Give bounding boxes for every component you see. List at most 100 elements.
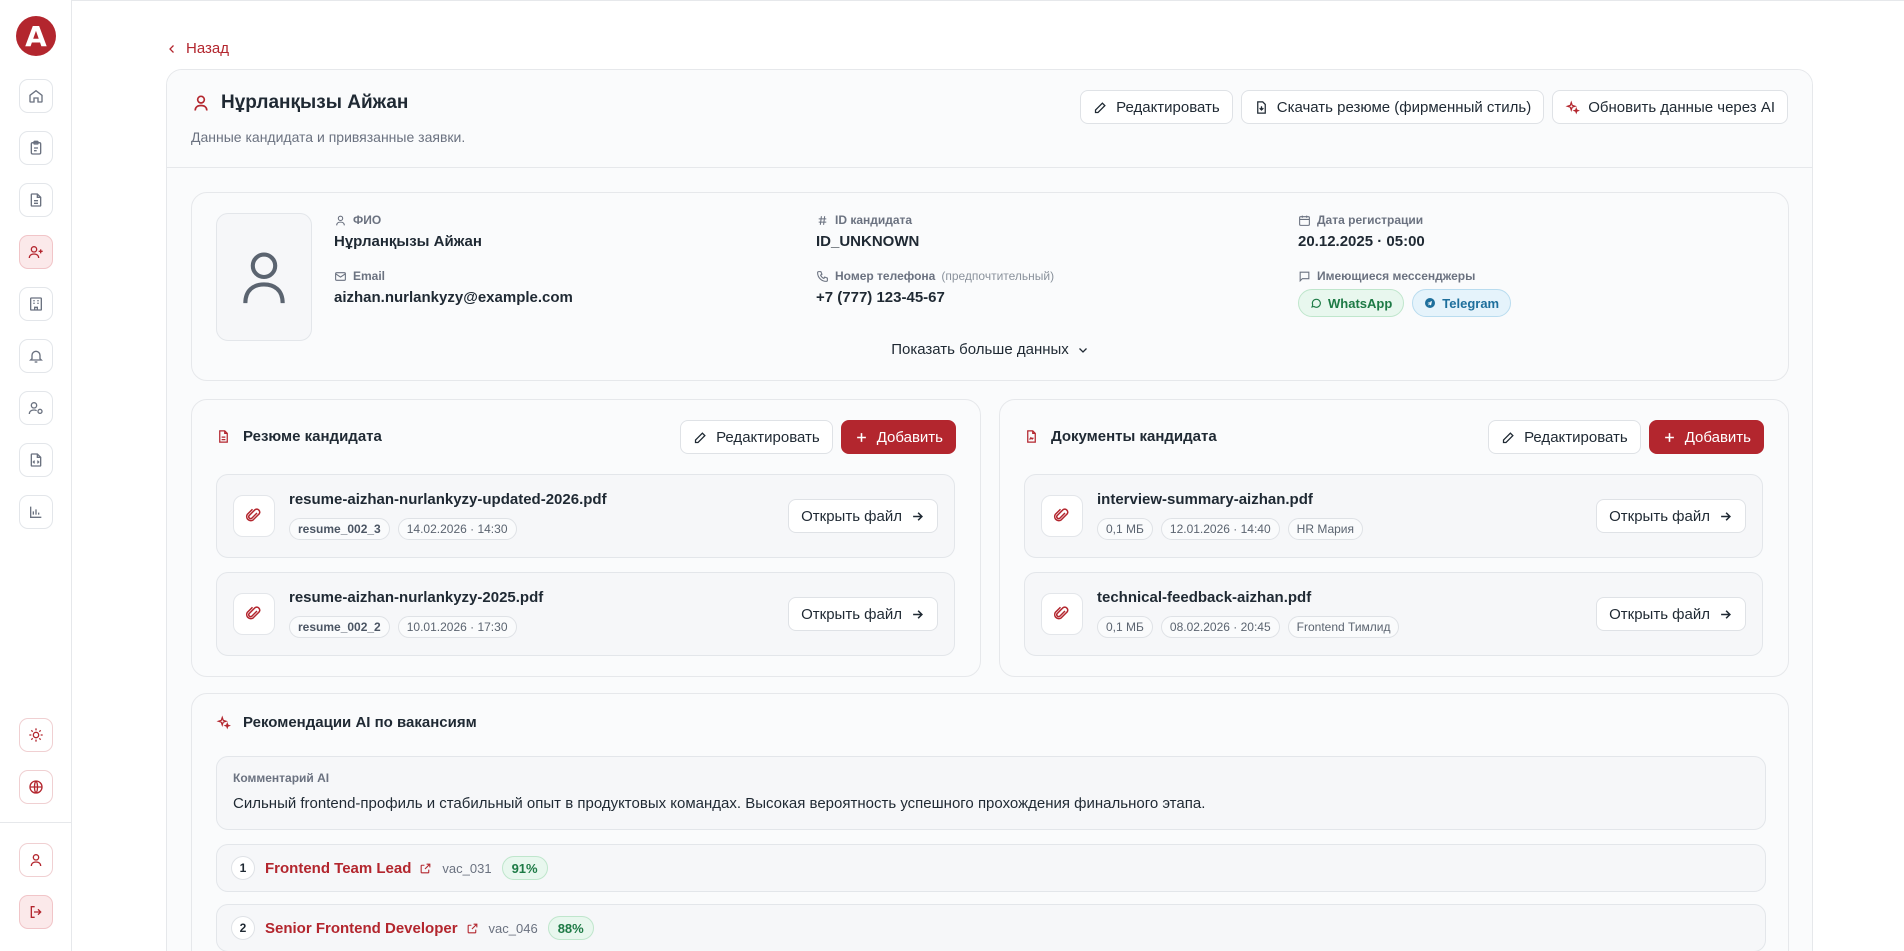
- ai-comment: Комментарий AI Сильный frontend-профиль …: [216, 756, 1766, 830]
- chevron-down-icon: [1078, 347, 1087, 353]
- document-item: interview-summary-aizhan.pdf 0,1 МБ 12.0…: [1024, 474, 1763, 558]
- hash-icon: [818, 215, 827, 225]
- vacancy-link[interactable]: Senior Frontend Developer: [265, 920, 479, 937]
- phone-value: +7 (777) 123-45-67: [816, 289, 945, 306]
- add-document-button[interactable]: Добавить: [1648, 420, 1764, 454]
- avatar: [216, 213, 312, 341]
- candidate-id-field: ID кандидата ID_UNKNOWN: [816, 213, 920, 250]
- file-name: technical-feedback-aizhan.pdf: [1097, 589, 1312, 606]
- arrow-right-icon: [1721, 609, 1731, 619]
- paperclip-icon: [1041, 495, 1083, 537]
- documents-panel: Документы кандидата Редактировать Добави…: [999, 399, 1789, 677]
- email-value: aizhan.nurlankyzy@example.com: [334, 289, 573, 306]
- document-item: technical-feedback-aizhan.pdf 0,1 МБ 08.…: [1024, 572, 1763, 656]
- file-image-icon: [1027, 430, 1036, 443]
- edit-candidate-button[interactable]: Редактировать: [1080, 90, 1233, 124]
- logout-icon[interactable]: [19, 895, 53, 929]
- plus-icon: [1664, 432, 1674, 442]
- app-logo[interactable]: A: [16, 16, 56, 56]
- arrow-right-icon: [913, 609, 923, 619]
- registration-date-field: Дата регистрации 20.12.2025 · 05:00: [1298, 213, 1425, 250]
- registration-date-value: 20.12.2025 · 05:00: [1298, 233, 1425, 250]
- page-header: Нұрланқызы Айжан Данные кандидата и прив…: [167, 70, 1812, 168]
- external-link-icon: [421, 863, 431, 873]
- user-plus-icon[interactable]: [19, 235, 53, 269]
- ai-update-button[interactable]: Обновить данные через AI: [1552, 90, 1788, 124]
- file-date-tag: 08.02.2026 · 20:45: [1160, 616, 1280, 638]
- vacancy-rank: 1: [231, 856, 255, 880]
- file-text-icon[interactable]: [19, 183, 53, 217]
- edit-documents-button[interactable]: Редактировать: [1488, 420, 1641, 454]
- add-resume-button[interactable]: Добавить: [840, 420, 956, 454]
- open-file-button[interactable]: Открыть файл: [788, 597, 938, 631]
- chevron-left-icon: [169, 44, 174, 53]
- top-border: [72, 0, 1904, 1]
- user-avatar-icon: [243, 252, 285, 304]
- resume-item: resume-aizhan-nurlankyzy-updated-2026.pd…: [216, 474, 955, 558]
- candidate-id-value: ID_UNKNOWN: [816, 233, 920, 250]
- sidebar: A: [0, 0, 72, 951]
- file-author-tag: Frontend Тимлид: [1287, 616, 1400, 638]
- ai-comment-text: Сильный frontend-профиль и стабильный оп…: [233, 795, 1206, 812]
- back-link[interactable]: Назад: [166, 40, 229, 57]
- paperclip-icon: [233, 495, 275, 537]
- messengers-field: Имеющиеся мессенджеры WhatsApp Telegram: [1298, 269, 1512, 317]
- paperclip-icon: [233, 593, 275, 635]
- clipboard-icon[interactable]: [19, 131, 53, 165]
- vacancy-link[interactable]: Frontend Team Lead: [265, 860, 432, 877]
- back-label: Назад: [186, 40, 229, 57]
- user-icon: [194, 95, 208, 111]
- user-icon[interactable]: [19, 843, 53, 877]
- bell-icon[interactable]: [19, 339, 53, 373]
- home-icon[interactable]: [19, 79, 53, 113]
- vacancy-id: vac_031: [442, 860, 492, 876]
- file-text-icon: [219, 430, 228, 443]
- match-score-badge: 91%: [501, 856, 548, 880]
- user-gear-icon[interactable]: [19, 391, 53, 425]
- profile-panel: ФИО Нұрланқызы Айжан Email aizhan.nurlan…: [191, 192, 1789, 381]
- plus-icon: [856, 432, 866, 442]
- sparkles-icon: [216, 715, 231, 730]
- mail-icon: [335, 271, 346, 281]
- arrow-right-icon: [913, 511, 923, 521]
- calendar-icon: [1299, 215, 1310, 226]
- building-icon[interactable]: [19, 287, 53, 321]
- telegram-icon: [1425, 298, 1436, 308]
- pencil-icon: [1094, 101, 1106, 113]
- globe-icon[interactable]: [19, 770, 53, 804]
- telegram-chip[interactable]: Telegram: [1412, 289, 1512, 317]
- bar-chart-icon[interactable]: [19, 495, 53, 529]
- open-file-button[interactable]: Открыть файл: [1596, 499, 1746, 533]
- file-size-tag: 0,1 МБ: [1097, 518, 1153, 540]
- edit-resumes-button[interactable]: Редактировать: [680, 420, 833, 454]
- download-resume-button[interactable]: Скачать резюме (фирменный стиль): [1240, 90, 1545, 124]
- vacancy-row: 2 Senior Frontend Developer vac_046 88%: [216, 904, 1766, 951]
- name-field: ФИО Нұрланқызы Айжан: [334, 213, 482, 250]
- file-date-tag: 14.02.2026 · 14:30: [397, 518, 517, 540]
- phone-icon: [817, 270, 828, 282]
- sun-icon[interactable]: [19, 718, 53, 752]
- phone-field: Номер телефона (предпочтительный) +7 (777…: [816, 269, 1055, 306]
- recommendations-panel: Рекомендации AI по вакансиям Комментарий…: [191, 693, 1789, 951]
- file-code-icon[interactable]: [19, 443, 53, 477]
- sidebar-divider: [0, 822, 72, 823]
- external-link-icon: [467, 923, 477, 933]
- open-file-button[interactable]: Открыть файл: [1596, 597, 1746, 631]
- resumes-title: Резюме кандидата: [243, 428, 382, 445]
- paperclip-icon: [1041, 593, 1083, 635]
- documents-title: Документы кандидата: [1051, 428, 1217, 445]
- open-file-button[interactable]: Открыть файл: [788, 499, 938, 533]
- file-name: resume-aizhan-nurlankyzy-updated-2026.pd…: [289, 491, 607, 508]
- whatsapp-chip[interactable]: WhatsApp: [1298, 289, 1405, 317]
- vacancy-id: vac_046: [488, 920, 538, 936]
- ai-comment-label: Комментарий AI: [233, 771, 330, 785]
- file-id-tag: resume_002_3: [289, 518, 390, 540]
- file-id-tag: resume_002_2: [289, 616, 390, 638]
- whatsapp-icon: [1311, 298, 1321, 308]
- vacancy-rank: 2: [231, 916, 255, 940]
- pencil-icon: [1502, 431, 1514, 443]
- sparkles-icon: [1565, 100, 1581, 114]
- file-date-tag: 10.01.2026 · 17:30: [397, 616, 517, 638]
- candidate-card: Нұрланқызы Айжан Данные кандидата и прив…: [166, 69, 1813, 951]
- show-more-toggle[interactable]: Показать больше данных: [192, 341, 1788, 358]
